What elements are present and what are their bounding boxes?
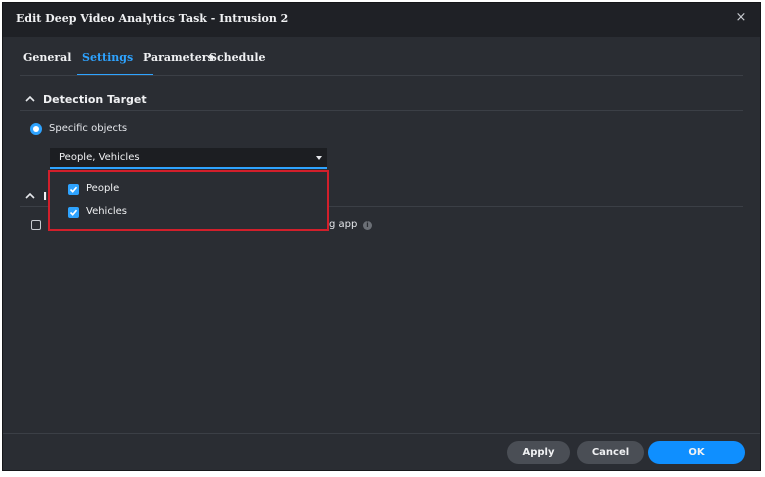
specific-objects-radio[interactable]: [30, 123, 42, 135]
option-label: Vehicles: [86, 206, 127, 217]
tabs-divider: [20, 75, 743, 76]
option-checkbox[interactable]: [31, 220, 41, 230]
tab-parameters[interactable]: Parameters: [143, 51, 214, 64]
info-icon[interactable]: i: [363, 221, 372, 230]
chevron-up-icon: [25, 192, 35, 199]
close-icon[interactable]: ×: [734, 11, 748, 25]
apply-button[interactable]: Apply: [507, 441, 570, 464]
tab-general[interactable]: General: [23, 51, 72, 64]
object-type-select[interactable]: People, Vehicles: [50, 148, 327, 169]
checkbox-checked-icon[interactable]: [68, 207, 79, 218]
object-type-dropdown: People Vehicles: [48, 170, 329, 231]
footer-divider: [3, 433, 760, 434]
tab-settings[interactable]: Settings: [82, 51, 133, 64]
option-label: People: [86, 183, 120, 194]
select-value: People, Vehicles: [59, 152, 140, 163]
dialog-title: Edit Deep Video Analytics Task - Intrusi…: [16, 12, 289, 25]
section-title: Detection Target: [43, 93, 147, 106]
chevron-down-icon: [316, 156, 322, 160]
dialog-titlebar: Edit Deep Video Analytics Task - Intrusi…: [3, 3, 760, 37]
section-title: I: [43, 190, 48, 203]
checkbox-label: g app: [329, 219, 358, 230]
radio-label: Specific objects: [49, 123, 128, 134]
tab-schedule[interactable]: Schedule: [209, 51, 266, 64]
cancel-button[interactable]: Cancel: [577, 441, 644, 464]
section-divider: [20, 110, 743, 111]
ok-button[interactable]: OK: [648, 441, 745, 464]
checkbox-checked-icon[interactable]: [68, 184, 79, 195]
edit-task-dialog: Edit Deep Video Analytics Task - Intrusi…: [2, 2, 761, 471]
chevron-up-icon: [25, 95, 35, 102]
